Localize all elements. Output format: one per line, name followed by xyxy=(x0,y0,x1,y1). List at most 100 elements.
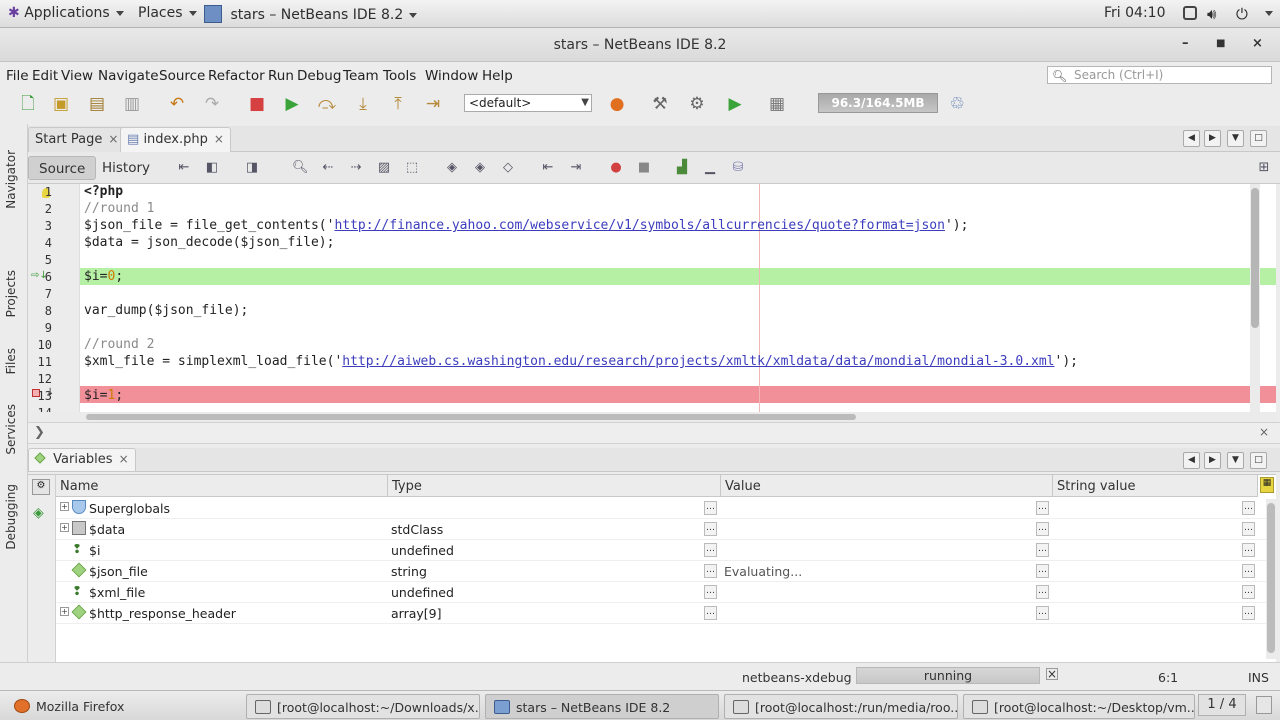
comment-icon[interactable]: ▟ xyxy=(674,160,690,176)
clock[interactable]: Fri 04:10 xyxy=(1104,5,1165,21)
power-icon[interactable]: ⏻ xyxy=(1236,5,1248,23)
table-row[interactable]: + Superglobals … … … xyxy=(56,498,1266,519)
chevron-down-icon[interactable] xyxy=(1259,5,1273,21)
open-project-icon[interactable]: ▤ xyxy=(86,93,108,115)
last-edit-icon[interactable]: ⇤ xyxy=(176,160,192,176)
sidebar-tab-services[interactable]: Services xyxy=(4,404,18,455)
maximize-button[interactable]: ■ xyxy=(1216,38,1225,49)
tab-index-php[interactable]: ▤ index.php × xyxy=(120,127,231,152)
toggle-bookmark-icon[interactable]: ◇ xyxy=(500,160,516,176)
column-header-type[interactable]: Type xyxy=(388,475,721,497)
minimize-button[interactable]: – xyxy=(1182,36,1189,51)
split-editor-icon[interactable]: ⊞ xyxy=(1256,160,1272,176)
edit-string-value-button[interactable]: … xyxy=(1036,606,1049,620)
configuration-select[interactable]: <default> ▼ xyxy=(464,94,592,112)
column-header-string-value[interactable]: String value xyxy=(1053,475,1258,497)
table-vertical-scrollbar[interactable] xyxy=(1266,499,1276,659)
step-out-icon[interactable]: ⤒ xyxy=(387,93,409,115)
cancel-process-button[interactable]: × xyxy=(1046,668,1058,680)
continue-icon[interactable]: ▶ xyxy=(281,93,303,115)
breadcrumb-expand-icon[interactable]: ❯ xyxy=(34,425,45,440)
firefox-icon[interactable]: ● xyxy=(606,93,628,115)
menu-navigate[interactable]: Navigate xyxy=(98,68,159,84)
scroll-tabs-left-button[interactable]: ◀ xyxy=(1183,452,1200,469)
scroll-tabs-right-button[interactable]: ▶ xyxy=(1204,130,1221,147)
close-icon[interactable]: × xyxy=(108,132,118,146)
code-editor[interactable]: ⇨↓ ↓ 1 <?php 2 //round 1 3 $json_file = … xyxy=(28,184,1276,412)
memory-indicator[interactable]: 96.3/164.5MB xyxy=(818,93,938,113)
run-project-icon[interactable]: ▶ xyxy=(724,93,746,115)
taskbar-item-netbeans[interactable]: stars – NetBeans IDE 8.2 xyxy=(485,694,719,719)
scroll-tabs-left-button[interactable]: ◀ xyxy=(1183,130,1200,147)
scrollbar-thumb[interactable] xyxy=(1251,188,1259,328)
volume-icon[interactable]: 🔊︎ xyxy=(1207,5,1216,23)
shift-right-icon[interactable]: ⇥ xyxy=(568,160,584,176)
tab-start-page[interactable]: Start Page × xyxy=(28,127,126,152)
clean-build-icon[interactable]: ⚙ xyxy=(686,93,708,115)
close-icon[interactable]: × xyxy=(119,452,129,466)
menu-debug[interactable]: Debug xyxy=(297,68,341,84)
menu-refactor[interactable]: Refactor xyxy=(208,68,265,84)
show-desktop-icon[interactable] xyxy=(1256,696,1272,714)
stop-macro-icon[interactable]: ■ xyxy=(636,160,652,176)
editor-vertical-scrollbar[interactable] xyxy=(1250,184,1260,412)
edit-value-button[interactable]: … xyxy=(704,564,717,578)
close-icon[interactable]: × xyxy=(1259,425,1269,439)
table-row[interactable]: $json_file string … Evaluating... … … xyxy=(56,561,1266,582)
start-macro-icon[interactable]: ● xyxy=(608,160,624,176)
edit-string-value-button[interactable]: … xyxy=(1242,585,1255,599)
show-opened-documents-button[interactable]: ▼ xyxy=(1227,130,1244,147)
next-bookmark-icon[interactable]: ◈ xyxy=(472,160,488,176)
column-header-value[interactable]: Value xyxy=(721,475,1053,497)
menu-tools[interactable]: Tools xyxy=(383,68,416,84)
tab-history[interactable]: History xyxy=(92,156,160,180)
edit-string-value-button[interactable]: … xyxy=(1036,522,1049,536)
find-next-icon[interactable]: ⇢ xyxy=(348,160,364,176)
stop-icon[interactable]: ■ xyxy=(246,93,268,115)
taskbar-item-firefox[interactable]: Mozilla Firefox xyxy=(6,694,240,719)
edit-value-button[interactable]: … xyxy=(704,501,717,515)
run-to-cursor-icon[interactable]: ⇥ xyxy=(422,93,444,115)
edit-value-button[interactable]: … xyxy=(704,522,717,536)
taskbar-item-terminal-desktop[interactable]: [root@localhost:~/Desktop/vm... xyxy=(963,694,1195,719)
menu-source[interactable]: Source xyxy=(159,68,205,84)
edit-string-value-button[interactable]: … xyxy=(1242,501,1255,515)
maximize-editor-button[interactable]: □ xyxy=(1250,130,1267,147)
show-opened-documents-button[interactable]: ▼ xyxy=(1227,452,1244,469)
scrollbar-thumb[interactable] xyxy=(1267,503,1275,653)
watch-icon[interactable]: ◈ xyxy=(33,505,44,521)
edit-string-value-button[interactable]: … xyxy=(1242,564,1255,578)
customize-columns-icon[interactable]: ▦ xyxy=(1260,477,1274,493)
edit-string-value-button[interactable]: … xyxy=(1242,543,1255,557)
prev-bookmark-icon[interactable]: ◈ xyxy=(444,160,460,176)
edit-value-button[interactable]: … xyxy=(704,543,717,557)
workspace-pager[interactable]: 1 / 4 xyxy=(1198,694,1246,716)
editor-horizontal-scrollbar[interactable] xyxy=(28,412,1276,422)
edit-string-value-button[interactable]: … xyxy=(1036,543,1049,557)
menu-team[interactable]: Team xyxy=(343,68,379,84)
edit-string-value-button[interactable]: … xyxy=(1036,585,1049,599)
taskbar-item-terminal-media[interactable]: [root@localhost:/run/media/roo... xyxy=(724,694,958,719)
menu-view[interactable]: View xyxy=(61,68,93,84)
tab-source[interactable]: Source xyxy=(28,156,97,180)
menu-run[interactable]: Run xyxy=(268,68,294,84)
menu-edit[interactable]: Edit xyxy=(32,68,58,84)
database-icon[interactable]: ⛁ xyxy=(730,160,746,176)
expand-icon[interactable]: + xyxy=(60,502,69,511)
taskbar-item-terminal-downloads[interactable]: [root@localhost:~/Downloads/x... xyxy=(246,694,480,719)
sidebar-tab-projects[interactable]: Projects xyxy=(4,270,18,317)
shift-left-icon[interactable]: ⇤ xyxy=(540,160,556,176)
debug-project-icon[interactable]: ▦ xyxy=(766,93,788,115)
active-app-menu[interactable]: stars – NetBeans IDE 8.2 xyxy=(204,5,418,23)
table-row[interactable]: + $http_response_header array[9] … … … xyxy=(56,603,1266,624)
menu-file[interactable]: File xyxy=(6,68,29,84)
forward-icon[interactable]: ◨ xyxy=(244,160,260,176)
sidebar-tab-files[interactable]: Files xyxy=(4,348,18,374)
sidebar-tab-debugging[interactable]: Debugging xyxy=(4,484,18,550)
table-row[interactable]: + $data stdClass … … … xyxy=(56,519,1266,540)
menu-help[interactable]: Help xyxy=(482,68,513,84)
places-menu[interactable]: Places xyxy=(138,5,197,21)
window-switcher-icon[interactable] xyxy=(1183,6,1197,20)
table-row[interactable]: ❢ $xml_file undefined … … … xyxy=(56,582,1266,603)
minimize-panel-button[interactable]: □ xyxy=(1250,452,1267,469)
